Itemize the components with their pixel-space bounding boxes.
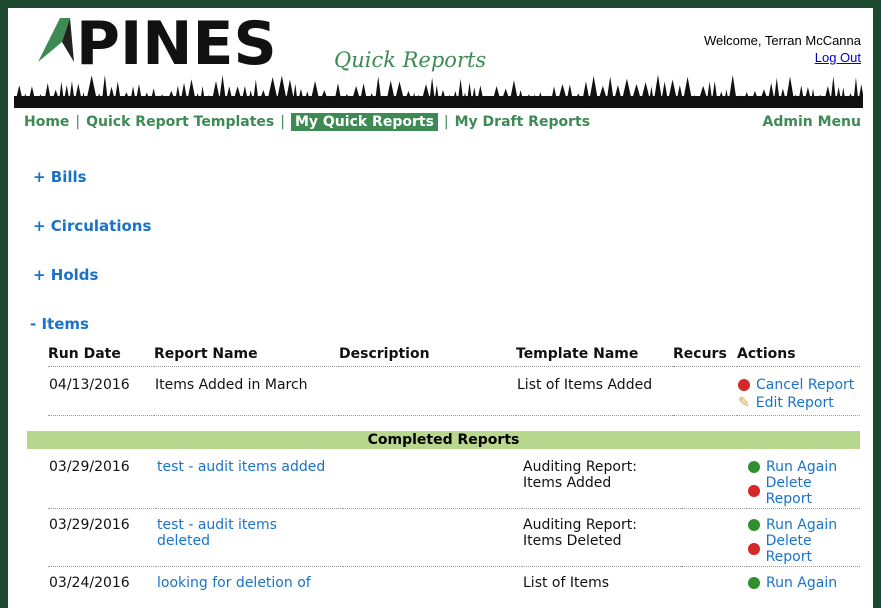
recurs bbox=[681, 458, 747, 509]
run-again-action[interactable]: Run Again bbox=[748, 575, 859, 591]
report-name-link[interactable]: test - audit items added bbox=[157, 459, 325, 475]
description bbox=[343, 567, 522, 593]
actions-cell: Cancel Report ✎ Edit Report bbox=[737, 367, 860, 416]
table-header-row: Run Date Report Name Description Templat… bbox=[48, 346, 860, 367]
nav-my-quick-reports[interactable]: My Quick Reports bbox=[291, 113, 438, 131]
run-again-link[interactable]: Run Again bbox=[766, 517, 837, 533]
tree-line-banner bbox=[14, 74, 863, 108]
col-description: Description bbox=[339, 346, 516, 367]
run-again-action[interactable]: Run Again bbox=[748, 459, 859, 475]
delete-report-action[interactable]: Delete Report bbox=[748, 533, 859, 565]
pines-logo: PINES bbox=[36, 12, 336, 76]
delete-icon bbox=[748, 543, 760, 555]
logout-link[interactable]: Log Out bbox=[815, 50, 861, 65]
cancel-report-link[interactable]: Cancel Report bbox=[756, 377, 854, 393]
template-name-2: Items Added bbox=[523, 475, 680, 491]
completed-reports-header: Completed Reports bbox=[27, 431, 860, 449]
run-again-action[interactable]: Run Again bbox=[748, 517, 859, 533]
recurs bbox=[681, 567, 747, 593]
delete-report-link[interactable]: Delete Report bbox=[766, 475, 859, 507]
nav-my-draft-reports[interactable]: My Draft Reports bbox=[455, 114, 590, 130]
col-recurs: Recurs bbox=[673, 346, 737, 367]
completed-reports-table: 03/29/2016 test - audit items added Audi… bbox=[48, 458, 860, 592]
delete-report-link[interactable]: Delete Report bbox=[766, 533, 859, 565]
cancel-report-action[interactable]: Cancel Report bbox=[738, 377, 859, 393]
template-name: Auditing Report: bbox=[523, 459, 680, 475]
recurs bbox=[673, 367, 737, 416]
welcome-text: Welcome, Terran McCanna bbox=[704, 33, 861, 48]
edit-report-link[interactable]: Edit Report bbox=[756, 395, 834, 411]
recurs bbox=[681, 509, 747, 567]
table-row: 03/24/2016 looking for deletion of List … bbox=[48, 567, 860, 593]
edit-report-action[interactable]: ✎ Edit Report bbox=[738, 395, 859, 411]
nav-bar: Home|Quick Report Templates|My Quick Rep… bbox=[24, 114, 861, 130]
col-actions: Actions bbox=[737, 346, 860, 367]
section-items[interactable]: - Items bbox=[30, 315, 89, 333]
header: PINES Quick Reports Welcome, Terran McCa… bbox=[8, 8, 873, 108]
template-name: List of Items Added bbox=[516, 367, 673, 416]
run-date: 03/24/2016 bbox=[48, 567, 156, 593]
run-again-link[interactable]: Run Again bbox=[766, 459, 837, 475]
table-row: 03/29/2016 test - audit items added Audi… bbox=[48, 458, 860, 509]
run-date: 04/13/2016 bbox=[48, 367, 154, 416]
table-row: 03/29/2016 test - audit itemsdeleted Aud… bbox=[48, 509, 860, 567]
refresh-icon bbox=[748, 461, 760, 473]
nav-home[interactable]: Home bbox=[24, 114, 69, 130]
description bbox=[339, 367, 516, 416]
pencil-icon: ✎ bbox=[738, 395, 750, 411]
page-subtitle: Quick Reports bbox=[334, 48, 486, 72]
template-name: Auditing Report: bbox=[523, 517, 680, 533]
table-row: 04/13/2016 Items Added in March List of … bbox=[48, 367, 860, 416]
run-again-link[interactable]: Run Again bbox=[766, 575, 837, 591]
run-date: 03/29/2016 bbox=[48, 509, 156, 567]
description bbox=[343, 509, 522, 567]
refresh-icon bbox=[748, 577, 760, 589]
nav-quick-report-templates[interactable]: Quick Report Templates bbox=[86, 114, 274, 130]
scheduled-reports-table: Run Date Report Name Description Templat… bbox=[48, 346, 860, 416]
cancel-icon bbox=[738, 379, 750, 391]
col-run-date: Run Date bbox=[48, 346, 154, 367]
section-holds[interactable]: + Holds bbox=[33, 266, 98, 284]
nav-admin-menu[interactable]: Admin Menu bbox=[763, 114, 861, 130]
template-name-2: Items Deleted bbox=[523, 533, 680, 549]
report-name: Items Added in March bbox=[154, 367, 339, 416]
description bbox=[343, 458, 522, 509]
template-name: List of Items bbox=[522, 567, 681, 593]
report-name-link[interactable]: looking for deletion of bbox=[157, 575, 311, 591]
col-report-name: Report Name bbox=[154, 346, 339, 367]
delete-icon bbox=[748, 485, 760, 497]
report-name-link-2[interactable]: deleted bbox=[157, 533, 342, 549]
refresh-icon bbox=[748, 519, 760, 531]
page-frame: PINES Quick Reports Welcome, Terran McCa… bbox=[8, 8, 873, 608]
section-circulations[interactable]: + Circulations bbox=[33, 217, 151, 235]
section-bills[interactable]: + Bills bbox=[33, 168, 87, 186]
delete-report-action[interactable]: Delete Report bbox=[748, 475, 859, 507]
run-date: 03/29/2016 bbox=[48, 458, 156, 509]
col-template-name: Template Name bbox=[516, 346, 673, 367]
report-name-link[interactable]: test - audit items bbox=[157, 517, 342, 533]
logo-text: PINES bbox=[76, 12, 277, 72]
